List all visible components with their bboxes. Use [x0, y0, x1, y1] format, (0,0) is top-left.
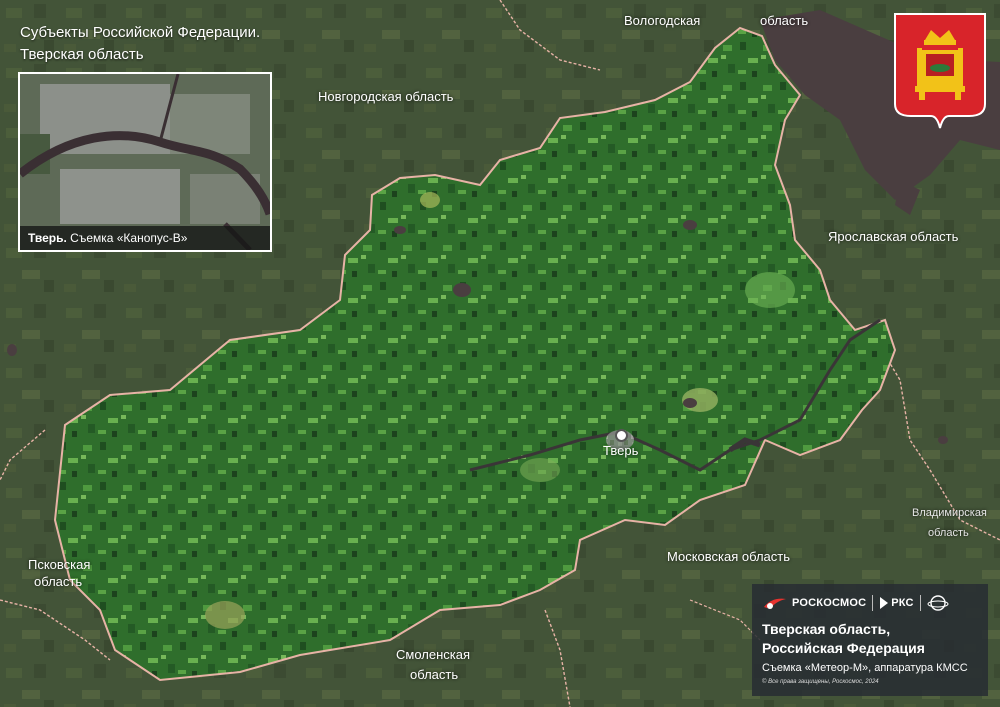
- panel-title: Тверская область, Российская Федерация: [762, 620, 978, 658]
- label-moscow: Московская область: [667, 549, 791, 564]
- logo-roscosmos-text: РОСКОСМОС: [792, 597, 867, 609]
- label-pskov-2: область: [34, 574, 83, 589]
- map-title-line2: Тверская область: [20, 46, 144, 63]
- map-title: Субъекты Российской Федерации. Тверская …: [20, 22, 260, 66]
- logos-row: РОСКОСМОС РКС: [762, 592, 978, 614]
- roscosmos-logo-icon: [764, 598, 786, 609]
- map-title-line1: Субъекты Российской Федерации.: [20, 24, 261, 41]
- logo-separator-2: [919, 595, 921, 611]
- label-vladimir-2: область: [928, 527, 969, 539]
- inset-caption-source: Съемка «Канопус-В»: [66, 231, 188, 245]
- panel-title-line1: Тверская область,: [762, 621, 891, 637]
- label-vologda-2: область: [760, 13, 809, 28]
- label-vladimir-1: Владимирская: [912, 507, 987, 519]
- inset-image: Тверь. Съемка «Канопус-В»: [18, 72, 272, 252]
- inset-city-satellite: [20, 74, 270, 250]
- inset-caption: Тверь. Съемка «Канопус-В»: [20, 226, 270, 250]
- label-smolensk-2: область: [410, 667, 459, 682]
- label-yaroslavl: Ярославская область: [828, 229, 959, 244]
- panel-copyright: © Все права защищены, Роскосмос, 2024: [762, 679, 879, 685]
- logo-separator: [872, 595, 874, 611]
- label-smolensk-1: Смоленская: [396, 647, 471, 662]
- panel-title-line2: Российская Федерация: [762, 640, 925, 656]
- coat-of-arms-icon: [894, 13, 986, 129]
- label-novgorod: Новгородская область: [318, 89, 454, 104]
- orbit-logo-icon: [927, 595, 949, 611]
- city-label: Тверь: [603, 443, 639, 458]
- satellite-map: Субъекты Российской Федерации. Тверская …: [0, 0, 1000, 707]
- info-panel: РОСКОСМОС РКС Тверская область, Российск…: [752, 584, 988, 696]
- inset-caption-city: Тверь.: [28, 231, 67, 245]
- city-marker-icon: [615, 429, 628, 442]
- label-pskov-1: Псковская: [28, 557, 91, 572]
- label-vologda-1: Вологодская: [624, 13, 701, 28]
- logo-rks-text: РКС: [891, 597, 914, 609]
- panel-subtitle: Съемка «Метеор-М», аппаратура КМСС: [762, 662, 968, 674]
- rks-logo-icon: [880, 597, 889, 609]
